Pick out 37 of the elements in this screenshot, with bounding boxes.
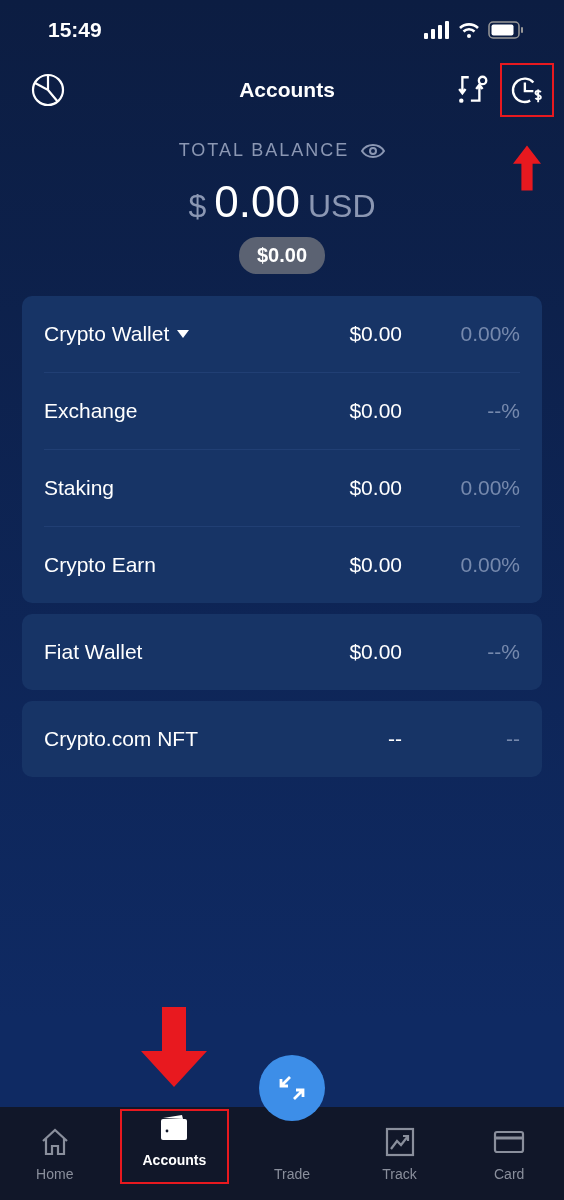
account-change: --% bbox=[486, 399, 520, 423]
balance-label: TOTAL BALANCE bbox=[178, 140, 350, 161]
account-name[interactable]: Crypto Earn bbox=[44, 553, 157, 577]
account-name[interactable]: Exchange bbox=[44, 399, 138, 423]
wifi-icon bbox=[458, 21, 480, 39]
nav-tab[interactable]: Trade bbox=[271, 1164, 312, 1184]
account-name[interactable]: Crypto.com NFT bbox=[44, 727, 198, 751]
secondary-balance: $0.00 bbox=[238, 237, 326, 274]
arrow-icon bbox=[141, 1007, 208, 1087]
account-name[interactable]: Staking bbox=[44, 476, 115, 500]
nav-tab[interactable]: Home bbox=[0, 1107, 110, 1200]
eye-icon[interactable] bbox=[361, 142, 386, 159]
account-balance: $0.00 bbox=[348, 476, 402, 500]
account-change: -- bbox=[505, 727, 520, 751]
nav-tab[interactable]: Card bbox=[454, 1107, 564, 1200]
pie-chart-icon bbox=[30, 72, 66, 108]
account-change: --% bbox=[486, 640, 520, 664]
currency-code: USD bbox=[307, 188, 376, 225]
caret-icon[interactable] bbox=[177, 330, 190, 338]
screen-title: Accounts bbox=[239, 78, 335, 102]
account-balance: $0.00 bbox=[348, 553, 402, 577]
account-change: 0.00% bbox=[459, 553, 520, 577]
account-balance: -- bbox=[387, 727, 402, 751]
balance-amount: 0.00 bbox=[214, 177, 300, 227]
account-change: 0.00% bbox=[459, 322, 520, 346]
account-balance: $0.00 bbox=[348, 640, 402, 664]
account-change: 0.00% bbox=[459, 476, 520, 500]
account-name[interactable]: Crypto Wallet bbox=[44, 322, 170, 346]
account-name[interactable]: Fiat Wallet bbox=[44, 640, 143, 664]
account-balance: $0.00 bbox=[348, 399, 402, 423]
signal-icon bbox=[424, 21, 450, 39]
currency-symbol: $ bbox=[188, 188, 207, 225]
account-balance: $0.00 bbox=[348, 322, 402, 346]
battery-icon bbox=[488, 21, 524, 39]
status-time: 15:49 bbox=[48, 18, 102, 42]
chart-icon bbox=[383, 1126, 416, 1158]
nav-tab[interactable]: Track bbox=[344, 1107, 455, 1200]
